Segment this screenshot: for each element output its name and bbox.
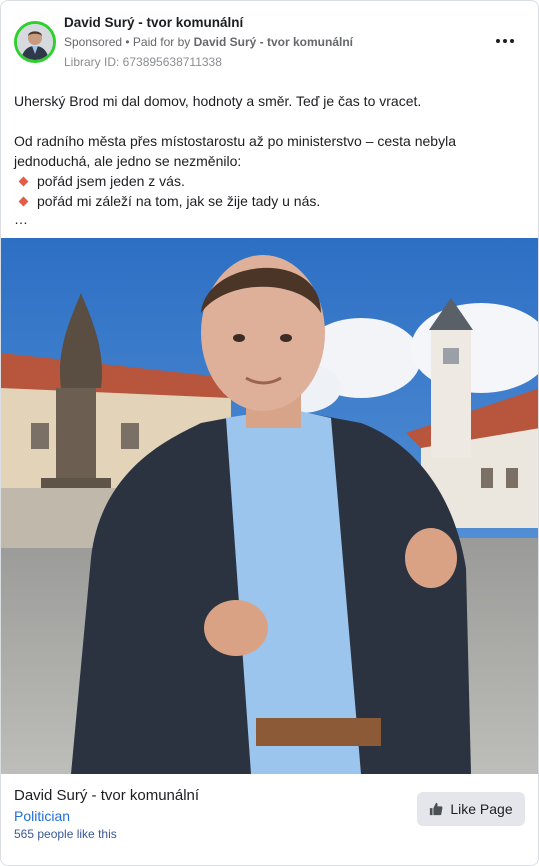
diamond-bullet-icon <box>18 176 29 186</box>
bullet-item: pořád mi záleží na tom, jak se žije tady… <box>14 191 524 211</box>
footer-page-name[interactable]: David Surý - tvor komunální <box>14 787 199 804</box>
post-header: David Surý - tvor komunální Sponsored • … <box>1 1 538 81</box>
page-likes-count: 565 people like this <box>14 827 117 841</box>
candidate-photo <box>1 238 538 774</box>
sponsored-label: Sponsored <box>64 35 123 49</box>
ad-footer: David Surý - tvor komunální Politician 5… <box>1 774 538 865</box>
paid-for-prefix: • Paid for by <box>122 35 194 49</box>
see-more-ellipsis[interactable]: … <box>14 211 524 227</box>
ad-card: David Surý - tvor komunální Sponsored • … <box>0 0 539 866</box>
more-dots-icon <box>510 39 514 43</box>
bullet-text: pořád jsem jeden z vás. <box>37 173 185 189</box>
page-name[interactable]: David Surý - tvor komunální <box>64 15 243 30</box>
more-dots-icon <box>503 39 507 43</box>
page-category[interactable]: Politician <box>14 808 70 824</box>
ad-image[interactable] <box>1 238 538 774</box>
thumbs-up-icon <box>429 802 443 816</box>
page-avatar[interactable] <box>14 21 56 63</box>
avatar-image <box>17 24 53 60</box>
diamond-bullet-icon <box>18 196 29 206</box>
text-line: jednoduchá, ale jedno se nezměnilo: <box>14 153 242 169</box>
sponsored-line: Sponsored • Paid for by David Surý - tvo… <box>64 35 353 49</box>
like-page-button[interactable]: Like Page <box>417 792 525 826</box>
post-text: Uherský Brod mi dal domov, hodnoty a smě… <box>14 91 524 227</box>
more-options-button[interactable] <box>490 31 520 51</box>
text-line: Od radního města přes místostarostu až p… <box>14 133 456 149</box>
more-dots-icon <box>496 39 500 43</box>
text-line: Uherský Brod mi dal domov, hodnoty a smě… <box>14 93 422 109</box>
bullet-item: pořád jsem jeden z vás. <box>14 171 524 191</box>
bullet-text: pořád mi záleží na tom, jak se žije tady… <box>37 193 321 209</box>
like-page-label: Like Page <box>450 801 513 817</box>
paid-by-name[interactable]: David Surý - tvor komunální <box>194 35 353 49</box>
library-id: Library ID: 673895638711338 <box>64 55 222 69</box>
